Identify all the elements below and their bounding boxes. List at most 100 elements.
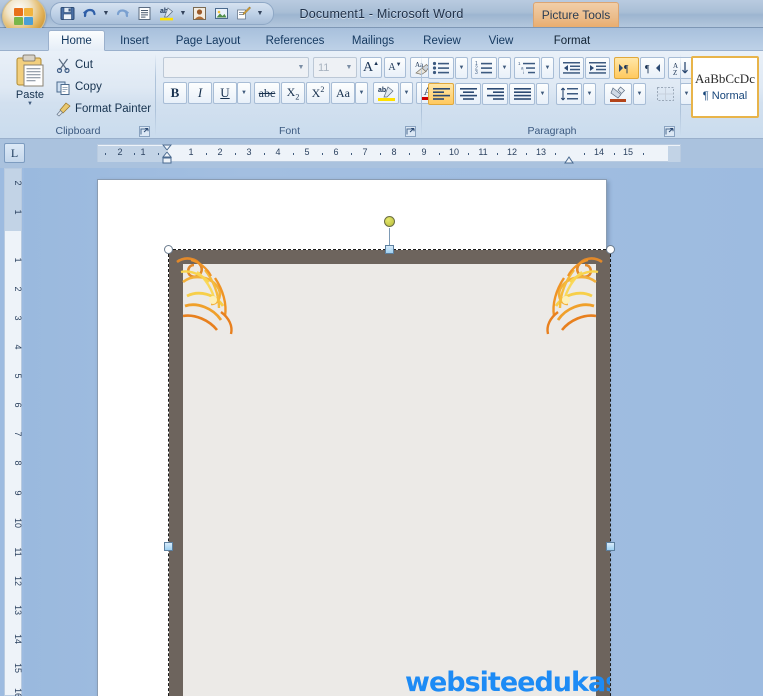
tab-page-layout[interactable]: Page Layout — [164, 30, 252, 51]
group-label-paragraph: Paragraph — [527, 125, 577, 137]
right-indent-marker[interactable] — [564, 155, 574, 167]
vertical-ruler[interactable]: 2 1 1 2 3 4 5 6 7 8 9 10 11 12 13 14 15 … — [4, 168, 23, 696]
undo-icon[interactable] — [79, 4, 100, 24]
align-center-button[interactable] — [455, 83, 481, 105]
format-painter-button[interactable]: Format Painter — [56, 99, 151, 119]
tab-stop-selector[interactable]: L — [4, 143, 25, 163]
vruler-mark: 5 — [13, 373, 23, 379]
handle-top-right[interactable] — [606, 245, 615, 254]
underline-button[interactable]: U — [213, 82, 237, 104]
numbering-dropdown-icon[interactable]: ▼ — [498, 57, 511, 79]
horizontal-ruler[interactable]: 2 1 1 2 3 4 5 6 7 8 9 10 11 12 13 14 15 — [97, 144, 681, 164]
shading-dropdown-icon[interactable]: ▼ — [633, 83, 646, 105]
line-spacing-button[interactable] — [556, 83, 582, 105]
highlight-dropdown-icon[interactable]: ▼ — [178, 4, 188, 24]
grow-font-button[interactable]: A ▲ — [360, 57, 382, 78]
ltr-icon: ¶ — [618, 64, 629, 75]
style-name-label: ¶ Normal — [702, 90, 748, 103]
vruler-mark: 14 — [13, 633, 23, 645]
tab-insert[interactable]: Insert — [108, 30, 161, 51]
tab-mailings[interactable]: Mailings — [338, 30, 408, 51]
first-line-indent-marker[interactable] — [161, 144, 173, 167]
handle-middle-left[interactable] — [164, 542, 173, 551]
font-name-combo[interactable]: ▼ — [163, 57, 309, 78]
ruler-mark: 2 — [217, 147, 223, 157]
italic-button[interactable]: I — [188, 82, 212, 104]
picture-frame: websiteedukasi.com — [169, 250, 610, 696]
numbering-icon: 1 2 3 — [475, 61, 492, 75]
ruler-mark: 6 — [333, 147, 339, 157]
subscript-button[interactable]: X2 — [281, 82, 305, 104]
align-right-button[interactable] — [482, 83, 508, 105]
paste-dropdown-icon[interactable]: ▼ — [27, 101, 33, 107]
paste-icon — [16, 54, 44, 87]
highlight-dropdown-icon[interactable]: ▼ — [400, 82, 413, 104]
highlight-icon: ab — [377, 86, 395, 101]
edit-pen-icon[interactable] — [233, 4, 254, 24]
style-normal-button[interactable]: AaBbCcDc ¶ Normal — [691, 56, 759, 118]
contextual-tab-title: Picture Tools — [533, 2, 619, 27]
ruler-mark: 14 — [593, 147, 605, 157]
bullets-button[interactable] — [428, 57, 454, 79]
tab-home[interactable]: Home — [48, 30, 105, 51]
multilevel-dropdown-icon[interactable]: ▼ — [541, 57, 554, 79]
justify-button[interactable] — [509, 83, 535, 105]
bullets-dropdown-icon[interactable]: ▼ — [455, 57, 468, 79]
cut-button[interactable]: Cut — [56, 55, 93, 75]
tab-review[interactable]: Review — [411, 30, 473, 51]
font-size-dropdown-icon[interactable]: ▼ — [342, 64, 356, 71]
change-case-dropdown-icon[interactable]: ▼ — [355, 82, 368, 104]
document-canvas[interactable]: websiteedukasi.com — [24, 168, 763, 696]
increase-indent-button[interactable] — [585, 57, 610, 79]
tab-references[interactable]: References — [255, 30, 335, 51]
rtl-text-direction-button[interactable]: ¶ — [640, 57, 665, 79]
undo-dropdown-icon[interactable]: ▼ — [101, 4, 111, 24]
rotation-handle[interactable] — [384, 216, 395, 227]
handle-top-center[interactable] — [385, 245, 394, 254]
line-spacing-dropdown-icon[interactable]: ▼ — [583, 83, 596, 105]
handle-middle-right[interactable] — [606, 542, 615, 551]
redo-icon[interactable] — [112, 4, 133, 24]
clipboard-dialog-launcher[interactable] — [138, 125, 150, 137]
save-icon[interactable] — [57, 4, 78, 24]
tab-view[interactable]: View — [476, 30, 526, 51]
shading-button[interactable] — [604, 83, 632, 105]
vruler-mark: 11 — [13, 547, 23, 557]
picture-icon[interactable] — [211, 4, 232, 24]
font-dialog-launcher[interactable] — [404, 125, 416, 137]
numbering-button[interactable]: 1 2 3 — [471, 57, 497, 79]
print-preview-icon[interactable] — [134, 4, 155, 24]
quick-access-toolbar[interactable]: ▼ ab ▼ ▼ — [50, 2, 274, 25]
decrease-indent-button[interactable] — [559, 57, 584, 79]
shrink-font-button[interactable]: A ▼ — [384, 57, 406, 78]
borders-button[interactable] — [651, 83, 679, 105]
paste-label: Paste — [15, 89, 45, 101]
copy-button[interactable]: Copy — [56, 77, 102, 97]
paste-button[interactable]: Paste ▼ — [8, 54, 52, 120]
bold-button[interactable]: B — [163, 82, 187, 104]
align-left-button[interactable] — [428, 83, 454, 105]
text-highlight-button[interactable]: ab — [373, 82, 399, 104]
scissors-icon — [56, 58, 70, 73]
justify-dropdown-icon[interactable]: ▼ — [536, 83, 549, 105]
change-case-button[interactable]: Aa — [331, 82, 355, 104]
paragraph-dialog-launcher[interactable] — [663, 125, 675, 137]
highlight-icon[interactable]: ab — [156, 4, 177, 24]
underline-dropdown-icon[interactable]: ▼ — [237, 82, 251, 104]
font-size-value: 11 — [318, 61, 330, 74]
superscript-button[interactable]: X2 — [306, 82, 330, 104]
selected-picture[interactable]: websiteedukasi.com — [164, 216, 615, 696]
handle-top-left[interactable] — [164, 245, 173, 254]
qat-dropdown-icon[interactable]: ▼ — [255, 4, 265, 24]
font-name-dropdown-icon[interactable]: ▼ — [294, 64, 308, 71]
multilevel-list-button[interactable]: 1 a i — [514, 57, 540, 79]
document-page[interactable]: websiteedukasi.com — [97, 179, 615, 696]
font-size-combo[interactable]: 11 ▼ — [313, 57, 357, 78]
tab-format[interactable]: Format — [540, 30, 604, 51]
strikethrough-button[interactable]: abc — [254, 82, 280, 104]
svg-text:3: 3 — [475, 70, 478, 75]
ruler-mark: 1 — [188, 147, 194, 157]
contact-icon[interactable] — [189, 4, 210, 24]
ltr-text-direction-button[interactable]: ¶ — [614, 57, 639, 79]
cut-label: Cut — [75, 59, 93, 71]
